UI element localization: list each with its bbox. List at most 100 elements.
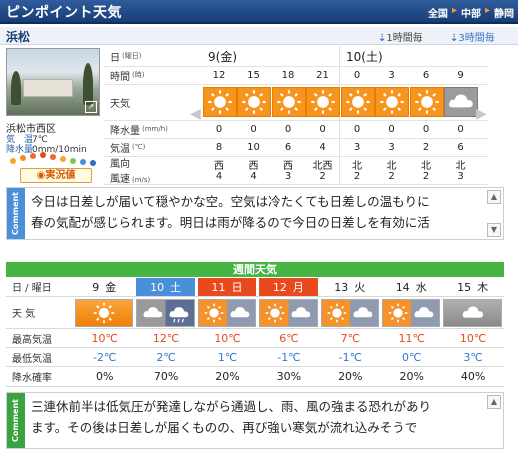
weekly-low-cell: -1℃ bbox=[338, 350, 362, 364]
weather-box bbox=[237, 87, 271, 117]
weekly-title: 週間天気 bbox=[6, 262, 504, 277]
cloud-icon bbox=[449, 94, 473, 108]
building-shape bbox=[23, 79, 73, 97]
weekly-day-11: 11 日 bbox=[197, 278, 257, 296]
weather-box bbox=[271, 87, 306, 117]
temperature-trend-graph bbox=[8, 152, 98, 166]
weekly-weather-cloud bbox=[443, 299, 502, 327]
weekly-weather-sun-cloud bbox=[259, 299, 318, 327]
weekly-low-cell: -1℃ bbox=[277, 350, 301, 364]
weekly-day-13: 13 火 bbox=[321, 278, 379, 296]
breadcrumb-national[interactable]: 全国 bbox=[428, 5, 448, 20]
sun-icon bbox=[266, 303, 285, 323]
sun-icon bbox=[311, 90, 335, 114]
cloud-icon bbox=[414, 307, 434, 318]
next-arrow-icon[interactable]: ▶ bbox=[476, 106, 487, 122]
wind-speed-wrap: 風速 (m/s) bbox=[110, 170, 150, 185]
weekly-day-14: 14 水 bbox=[382, 278, 440, 296]
day-weekday: 金 bbox=[105, 281, 117, 294]
weather-icon-wrap bbox=[444, 300, 500, 326]
weekly-day-15: 15 木 bbox=[443, 278, 501, 296]
comment-tag: Comment bbox=[7, 393, 25, 448]
precip-cell: 0 bbox=[457, 123, 464, 135]
expand-icon[interactable]: ↗ bbox=[85, 101, 97, 113]
comment-box-2: Comment 三連休前半は低気圧が発達しながら通過し、雨、風の強まる恐れがあり… bbox=[6, 392, 504, 449]
weekly-row-rain: 降水確率 0% 70% 20% 30% 20% 20% 40% bbox=[6, 367, 504, 387]
wind-speed-cell: 2 bbox=[422, 170, 430, 182]
wind-speed-cell: 3 bbox=[457, 170, 464, 182]
wind-dir-cell: 西 bbox=[283, 160, 293, 172]
precip-cell: 0 bbox=[284, 123, 292, 135]
hour-cell: 0 bbox=[353, 69, 361, 81]
weekly-high-cell: 6℃ bbox=[279, 331, 299, 345]
wind-dir-cell: 北 bbox=[455, 160, 466, 172]
sun-icon bbox=[345, 90, 370, 114]
temp-cell: 4 bbox=[319, 141, 326, 153]
weekly-row-weather: 天 気 bbox=[6, 297, 504, 329]
sun-icon bbox=[327, 303, 347, 323]
top-header: ピンポイント天気 全国 ▸ 中部 ▸ 静岡 bbox=[0, 0, 518, 24]
weather-box bbox=[375, 87, 409, 117]
comment-text-1: 今日は日差しが届いて穏やかな空。空気は冷たくても日差しの温もりに 春の気配が感じ… bbox=[31, 191, 481, 233]
cloud-rain-icon bbox=[169, 307, 188, 323]
day-weekday: 土 bbox=[170, 281, 182, 294]
wind-speed-cell: 2 bbox=[353, 170, 361, 182]
hour-cell: 3 bbox=[388, 69, 395, 81]
precip-cell: 0 bbox=[250, 123, 257, 135]
wind-speed-cell: 2 bbox=[388, 170, 395, 182]
weekly-high-cell: 11℃ bbox=[398, 331, 425, 345]
chevron-right-icon: ▸ bbox=[451, 5, 457, 16]
tree-shape bbox=[83, 63, 93, 105]
comment-line: 今日は日差しが届いて穏やかな空。空気は冷たくても日差しの温もりに bbox=[31, 194, 430, 209]
weekly-rain-cell: 30% bbox=[276, 370, 302, 383]
weekly-high-cell: 10℃ bbox=[214, 331, 241, 345]
weekly-rain-cell: 0% bbox=[95, 370, 114, 383]
precip-cell: 0 bbox=[422, 123, 430, 135]
hourly-1h-link[interactable]: ⇣1時間毎 bbox=[378, 29, 423, 44]
weather-box bbox=[444, 87, 478, 117]
weekly-label-low: 最低気温 bbox=[12, 353, 52, 365]
location-bar: 浜松 ⇣1時間毎 ⇣3時間毎 bbox=[0, 27, 518, 45]
weekly-weather-cloud-rain bbox=[136, 299, 195, 327]
weekly-label-day: 日 / 曜日 bbox=[12, 283, 52, 294]
label-sub: (℃) bbox=[132, 143, 146, 151]
comment-line: 春の気配が感じられます。明日は雨が降るので今日の日差しを有効に活 bbox=[31, 215, 430, 230]
row-label-wind: 風向 風速 (m/s) bbox=[104, 156, 200, 185]
breadcrumb-shizuoka[interactable]: 静岡 bbox=[494, 5, 514, 20]
day-header-9: 9(金) bbox=[208, 49, 237, 64]
weekly-row-high: 最高気温 10℃ 12℃ 10℃ 6℃ 7℃ 11℃ 10℃ bbox=[6, 329, 504, 348]
weekly-low-cell: 0℃ bbox=[402, 350, 422, 364]
station-photo[interactable]: ↗ bbox=[6, 48, 100, 116]
breadcrumb-chubu[interactable]: 中部 bbox=[461, 5, 481, 20]
hourly-3h-link[interactable]: ⇣3時間毎 bbox=[450, 29, 495, 44]
scroll-up-icon[interactable]: ▲ bbox=[487, 395, 501, 409]
prev-arrow-icon[interactable]: ◀ bbox=[190, 106, 201, 122]
temp-cell: 2 bbox=[422, 141, 430, 153]
label-sub: (mm/h) bbox=[142, 125, 168, 133]
temp-cell: 6 bbox=[284, 141, 292, 153]
comment-line: 三連休前半は低気圧が発達しながら通過し、雨、風の強まる恐れがあり bbox=[31, 399, 432, 414]
precip-cell: 0 bbox=[353, 123, 361, 135]
weekly-day-12: 12 月 bbox=[259, 278, 318, 296]
day-number: 11 bbox=[211, 280, 226, 294]
weekly-low-cell: -2℃ bbox=[93, 350, 117, 364]
wind-speed-cell: 2 bbox=[319, 170, 326, 182]
breadcrumb: 全国 ▸ 中部 ▸ 静岡 bbox=[428, 5, 514, 20]
temp-cell: 8 bbox=[215, 141, 223, 153]
weekly-rain-cell: 20% bbox=[338, 370, 363, 383]
weekly-weather-sun-cloud bbox=[382, 299, 441, 327]
live-observation-button[interactable]: ◉実況値 bbox=[20, 168, 92, 183]
wind-dir-label: 風向 bbox=[110, 159, 130, 170]
precip-cell: 0 bbox=[215, 123, 223, 135]
hourly-1h-label: 1時間毎 bbox=[386, 33, 423, 44]
wind-speed-cell: 3 bbox=[284, 170, 292, 182]
scroll-down-icon[interactable]: ▼ bbox=[487, 223, 501, 237]
temp-cell: 3 bbox=[388, 141, 395, 153]
scroll-up-icon[interactable]: ▲ bbox=[487, 190, 501, 204]
label-text: 日 bbox=[110, 52, 120, 64]
weekly-high-cell: 12℃ bbox=[152, 331, 180, 345]
precip-cell: 0 bbox=[319, 123, 326, 135]
sun-icon bbox=[380, 90, 404, 114]
day-weekday: 火 bbox=[354, 281, 366, 294]
day-number: 14 bbox=[395, 280, 410, 294]
